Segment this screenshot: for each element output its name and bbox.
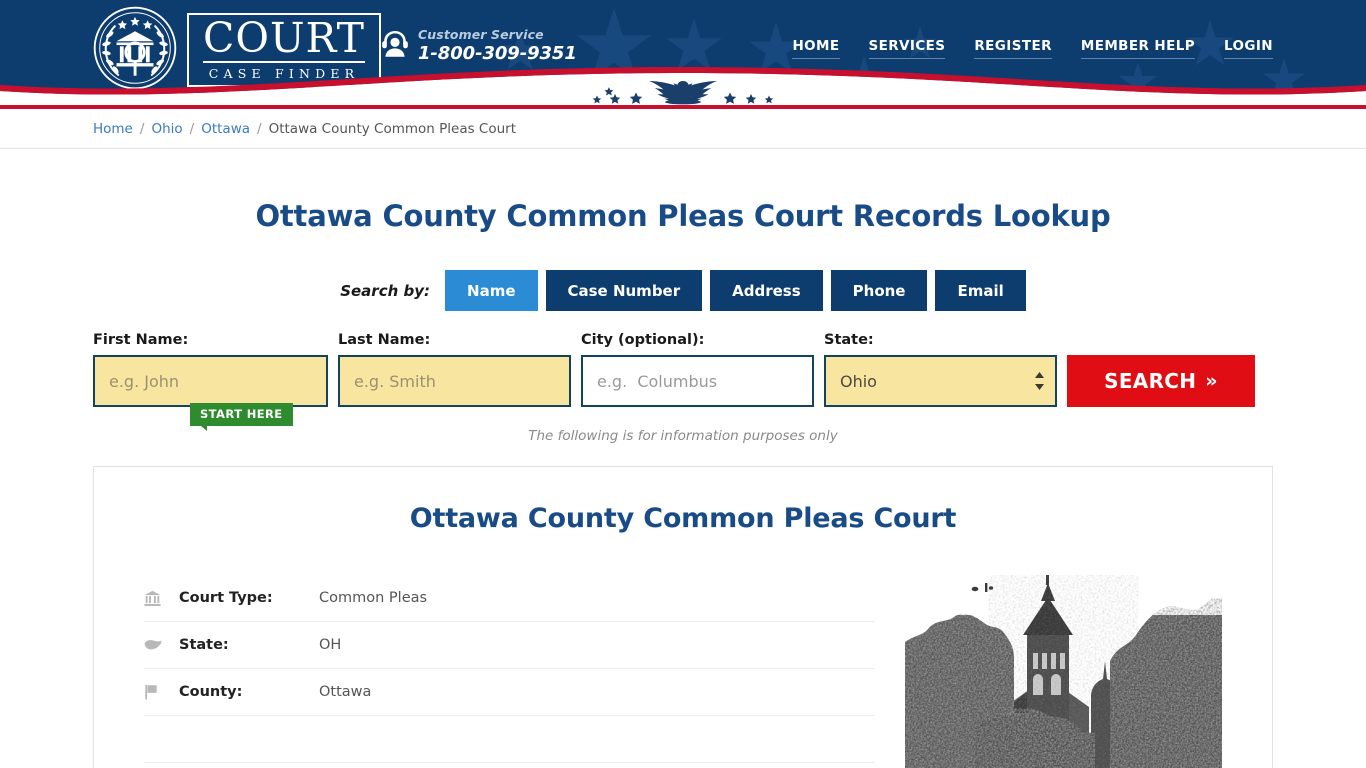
info-key: State: [179,637,229,653]
first-name-label: First Name: [93,332,189,348]
breadcrumb-separator: / [139,121,145,137]
chevron-right-double-icon: » [1205,369,1218,392]
last-name-label: Last Name: [338,332,431,348]
headset-support-icon [381,29,409,63]
main-navigation: HOME SERVICES REGISTER MEMBER HELP LOGIN [792,38,1273,59]
site-header: COURT CASE FINDER Customer Service 1-800… [0,0,1366,105]
state-label: State: [824,332,874,348]
breadcrumb-item-ohio[interactable]: Ohio [151,121,182,137]
bank-icon [144,590,179,607]
state-select[interactable]: Ohio [824,355,1057,407]
tab-case-number[interactable]: Case Number [545,270,703,311]
disclaimer-text: The following is for information purpose… [528,428,838,444]
court-name-title: Ottawa County Common Pleas Court [409,503,957,534]
search-button[interactable]: SEARCH » [1067,355,1255,407]
flag-icon [144,684,179,700]
tab-phone[interactable]: Phone [830,270,928,311]
info-value: Common Pleas [319,590,428,606]
court-info-card: Ottawa County Common Pleas Court Court T… [93,466,1273,768]
search-button-label: SEARCH [1104,369,1197,393]
customer-service-block: Customer Service 1-800-309-9351 [381,27,577,64]
start-here-badge: START HERE [190,403,293,431]
breadcrumb-bar: Home / Ohio / Ottawa / Ottawa County Com… [0,109,1366,149]
table-row: County: Ottawa [144,669,875,716]
usa-map-icon [144,638,179,652]
breadcrumb-separator: / [189,121,195,137]
breadcrumb-separator: / [257,121,262,137]
breadcrumb-item-home[interactable]: Home [93,121,133,137]
search-by-tabs: Search by: Name Case Number Address Phon… [93,270,1273,311]
tab-name[interactable]: Name [445,270,538,311]
info-value: Ottawa [319,684,372,700]
eagle-icon [592,80,774,105]
nav-item-register[interactable]: REGISTER [974,38,1052,59]
search-form: First Name: Last Name: City (optional): … [93,332,1273,407]
nav-item-services[interactable]: SERVICES [868,38,946,59]
courthouse-photo [904,575,1222,768]
search-by-label: Search by: [340,281,431,300]
breadcrumb-item-ottawa[interactable]: Ottawa [201,121,250,137]
customer-service-phone[interactable]: 1-800-309-9351 [418,43,577,64]
city-label: City (optional): [581,332,705,348]
logo-title: COURT [203,14,366,64]
city-field-group: City (optional): [581,332,814,407]
info-key: County: [179,684,243,700]
first-name-field-group: First Name: [93,332,328,407]
first-name-input[interactable] [93,355,328,407]
customer-service-label: Customer Service [418,27,544,42]
last-name-input[interactable] [338,355,571,407]
tab-email[interactable]: Email [935,270,1026,311]
state-field-group: State: Ohio [824,332,1057,407]
info-value: OH [319,637,342,653]
page-content: Ottawa County Common Pleas Court Records… [93,199,1273,768]
table-row-partial [144,716,875,763]
info-key: Court Type: [179,590,273,606]
city-input[interactable] [581,355,814,407]
nav-item-member-help[interactable]: MEMBER HELP [1080,38,1195,59]
page-title: Ottawa County Common Pleas Court Records… [255,199,1111,233]
nav-item-home[interactable]: HOME [792,38,840,59]
breadcrumb-item-current: Ottawa County Common Pleas Court [268,121,517,137]
table-row: State: OH [144,622,875,669]
nav-item-login[interactable]: LOGIN [1224,38,1273,59]
tab-address[interactable]: Address [710,270,823,311]
breadcrumb: Home / Ohio / Ottawa / Ottawa County Com… [93,109,1273,149]
table-row: Court Type: Common Pleas [144,575,875,622]
last-name-field-group: Last Name: [338,332,571,407]
court-info-table: Court Type: Common Pleas State: OH Count… [144,575,875,768]
